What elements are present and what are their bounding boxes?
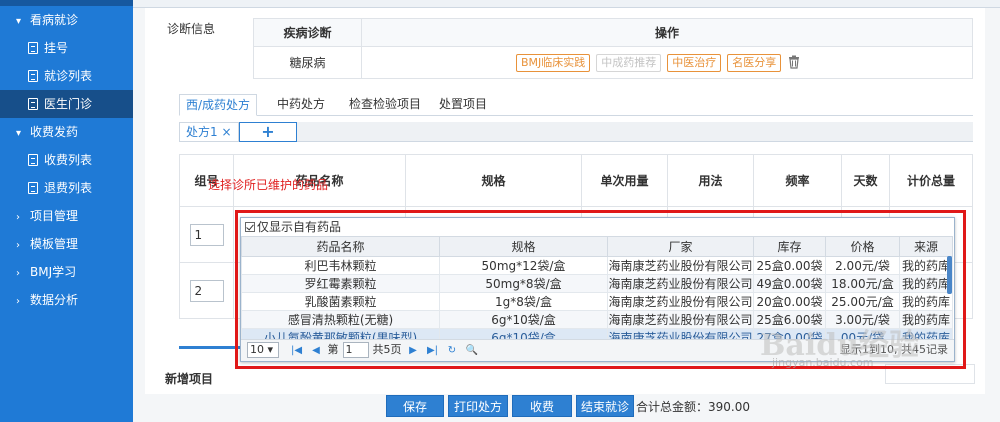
sidebar-group-templates[interactable]: › 模板管理 [0, 230, 133, 258]
col-spec: 规格 [405, 154, 582, 207]
tab-disposal-items[interactable]: 处置项目 [439, 94, 487, 116]
diagnosis-section-label: 诊断信息 [167, 22, 216, 36]
diagnosis-actions: BMJ临床实践 中成药推荐 中医治疗 名医分享 [361, 46, 973, 79]
print-rx-button[interactable]: 打印处方 [448, 395, 508, 417]
sidebar: ▾ 看病就诊 挂号 就诊列表 医生门诊 ▾ 收费发药 收费列表 退费列表 › 项目管理… [0, 0, 133, 422]
rx-subtabs: 处方1 × + [179, 122, 973, 142]
sidebar-item-charge-list[interactable]: 收费列表 [0, 146, 133, 174]
sidebar-group-billing[interactable]: ▾ 收费发药 [0, 118, 133, 146]
chevron-down-icon: ▾ [16, 16, 22, 27]
sidebar-group-analytics[interactable]: › 数据分析 [0, 286, 133, 314]
tab-rx-1[interactable]: 处方1 × [179, 122, 239, 142]
document-icon [28, 70, 38, 82]
annotation-hint: 选择诊所已维护的药品 [208, 178, 329, 192]
sidebar-item-doctor-clinic[interactable]: 医生门诊 [0, 90, 133, 118]
group-input[interactable]: 2 [189, 279, 224, 302]
charge-button[interactable]: 收费 [512, 395, 572, 417]
col-usage: 用法 [667, 154, 754, 207]
sidebar-group-visits[interactable]: ▾ 看病就诊 [0, 6, 133, 34]
diagnosis-table: 疾病诊断 操作 糖尿病 BMJ临床实践 中成药推荐 中医治疗 名医分享 [253, 18, 973, 79]
chevron-right-icon: › [16, 268, 20, 279]
tcm-treatment-button[interactable]: 中医治疗 [667, 53, 722, 72]
document-icon [28, 182, 38, 194]
expert-share-button[interactable]: 名医分享 [727, 53, 782, 72]
tcm-recommend-button[interactable]: 中成药推荐 [596, 53, 662, 72]
tab-exam-items[interactable]: 检查检验项目 [349, 94, 421, 116]
sidebar-item-refund-list[interactable]: 退费列表 [0, 174, 133, 202]
chevron-right-icon: › [16, 212, 20, 223]
finish-visit-button[interactable]: 结束就诊 [576, 395, 634, 417]
chevron-right-icon: › [16, 240, 20, 251]
ops-col-header: 操作 [361, 18, 973, 47]
save-button[interactable]: 保存 [386, 395, 444, 417]
col-frequency: 频率 [753, 154, 842, 207]
diagnosis-value: 糖尿病 [253, 46, 362, 79]
rx-tabs: 西/成药处方 中药处方 检查检验项目 处置项目 [179, 94, 973, 116]
document-icon [28, 98, 38, 110]
sidebar-group-bmj[interactable]: › BMJ学习 [0, 258, 133, 286]
diag-col-header: 疾病诊断 [253, 18, 362, 47]
new-item-label: 新增项目 [165, 372, 214, 386]
col-days: 天数 [841, 154, 890, 207]
bmj-practice-button[interactable]: BMJ临床实践 [516, 53, 591, 72]
chevron-down-icon: ▾ [16, 128, 22, 139]
col-dose: 单次用量 [581, 154, 668, 207]
document-icon [28, 42, 38, 54]
watermark-url: jingyan.baidu.com [772, 356, 874, 369]
top-tab-strip [133, 0, 1000, 8]
total-amount: 合计总金额：390.00 [636, 400, 750, 414]
trash-icon[interactable] [787, 55, 801, 69]
sidebar-group-projects[interactable]: › 项目管理 [0, 202, 133, 230]
chevron-right-icon: › [16, 296, 20, 307]
add-rx-button[interactable]: + [239, 122, 297, 142]
col-total: 计价总量 [889, 154, 973, 207]
document-icon [28, 154, 38, 166]
sidebar-item-visit-list[interactable]: 就诊列表 [0, 62, 133, 90]
group-input[interactable]: 1 [189, 223, 224, 246]
tab-tcm-rx[interactable]: 中药处方 [277, 94, 325, 116]
tab-western-rx[interactable]: 西/成药处方 [179, 94, 258, 116]
sidebar-item-register[interactable]: 挂号 [0, 34, 133, 62]
